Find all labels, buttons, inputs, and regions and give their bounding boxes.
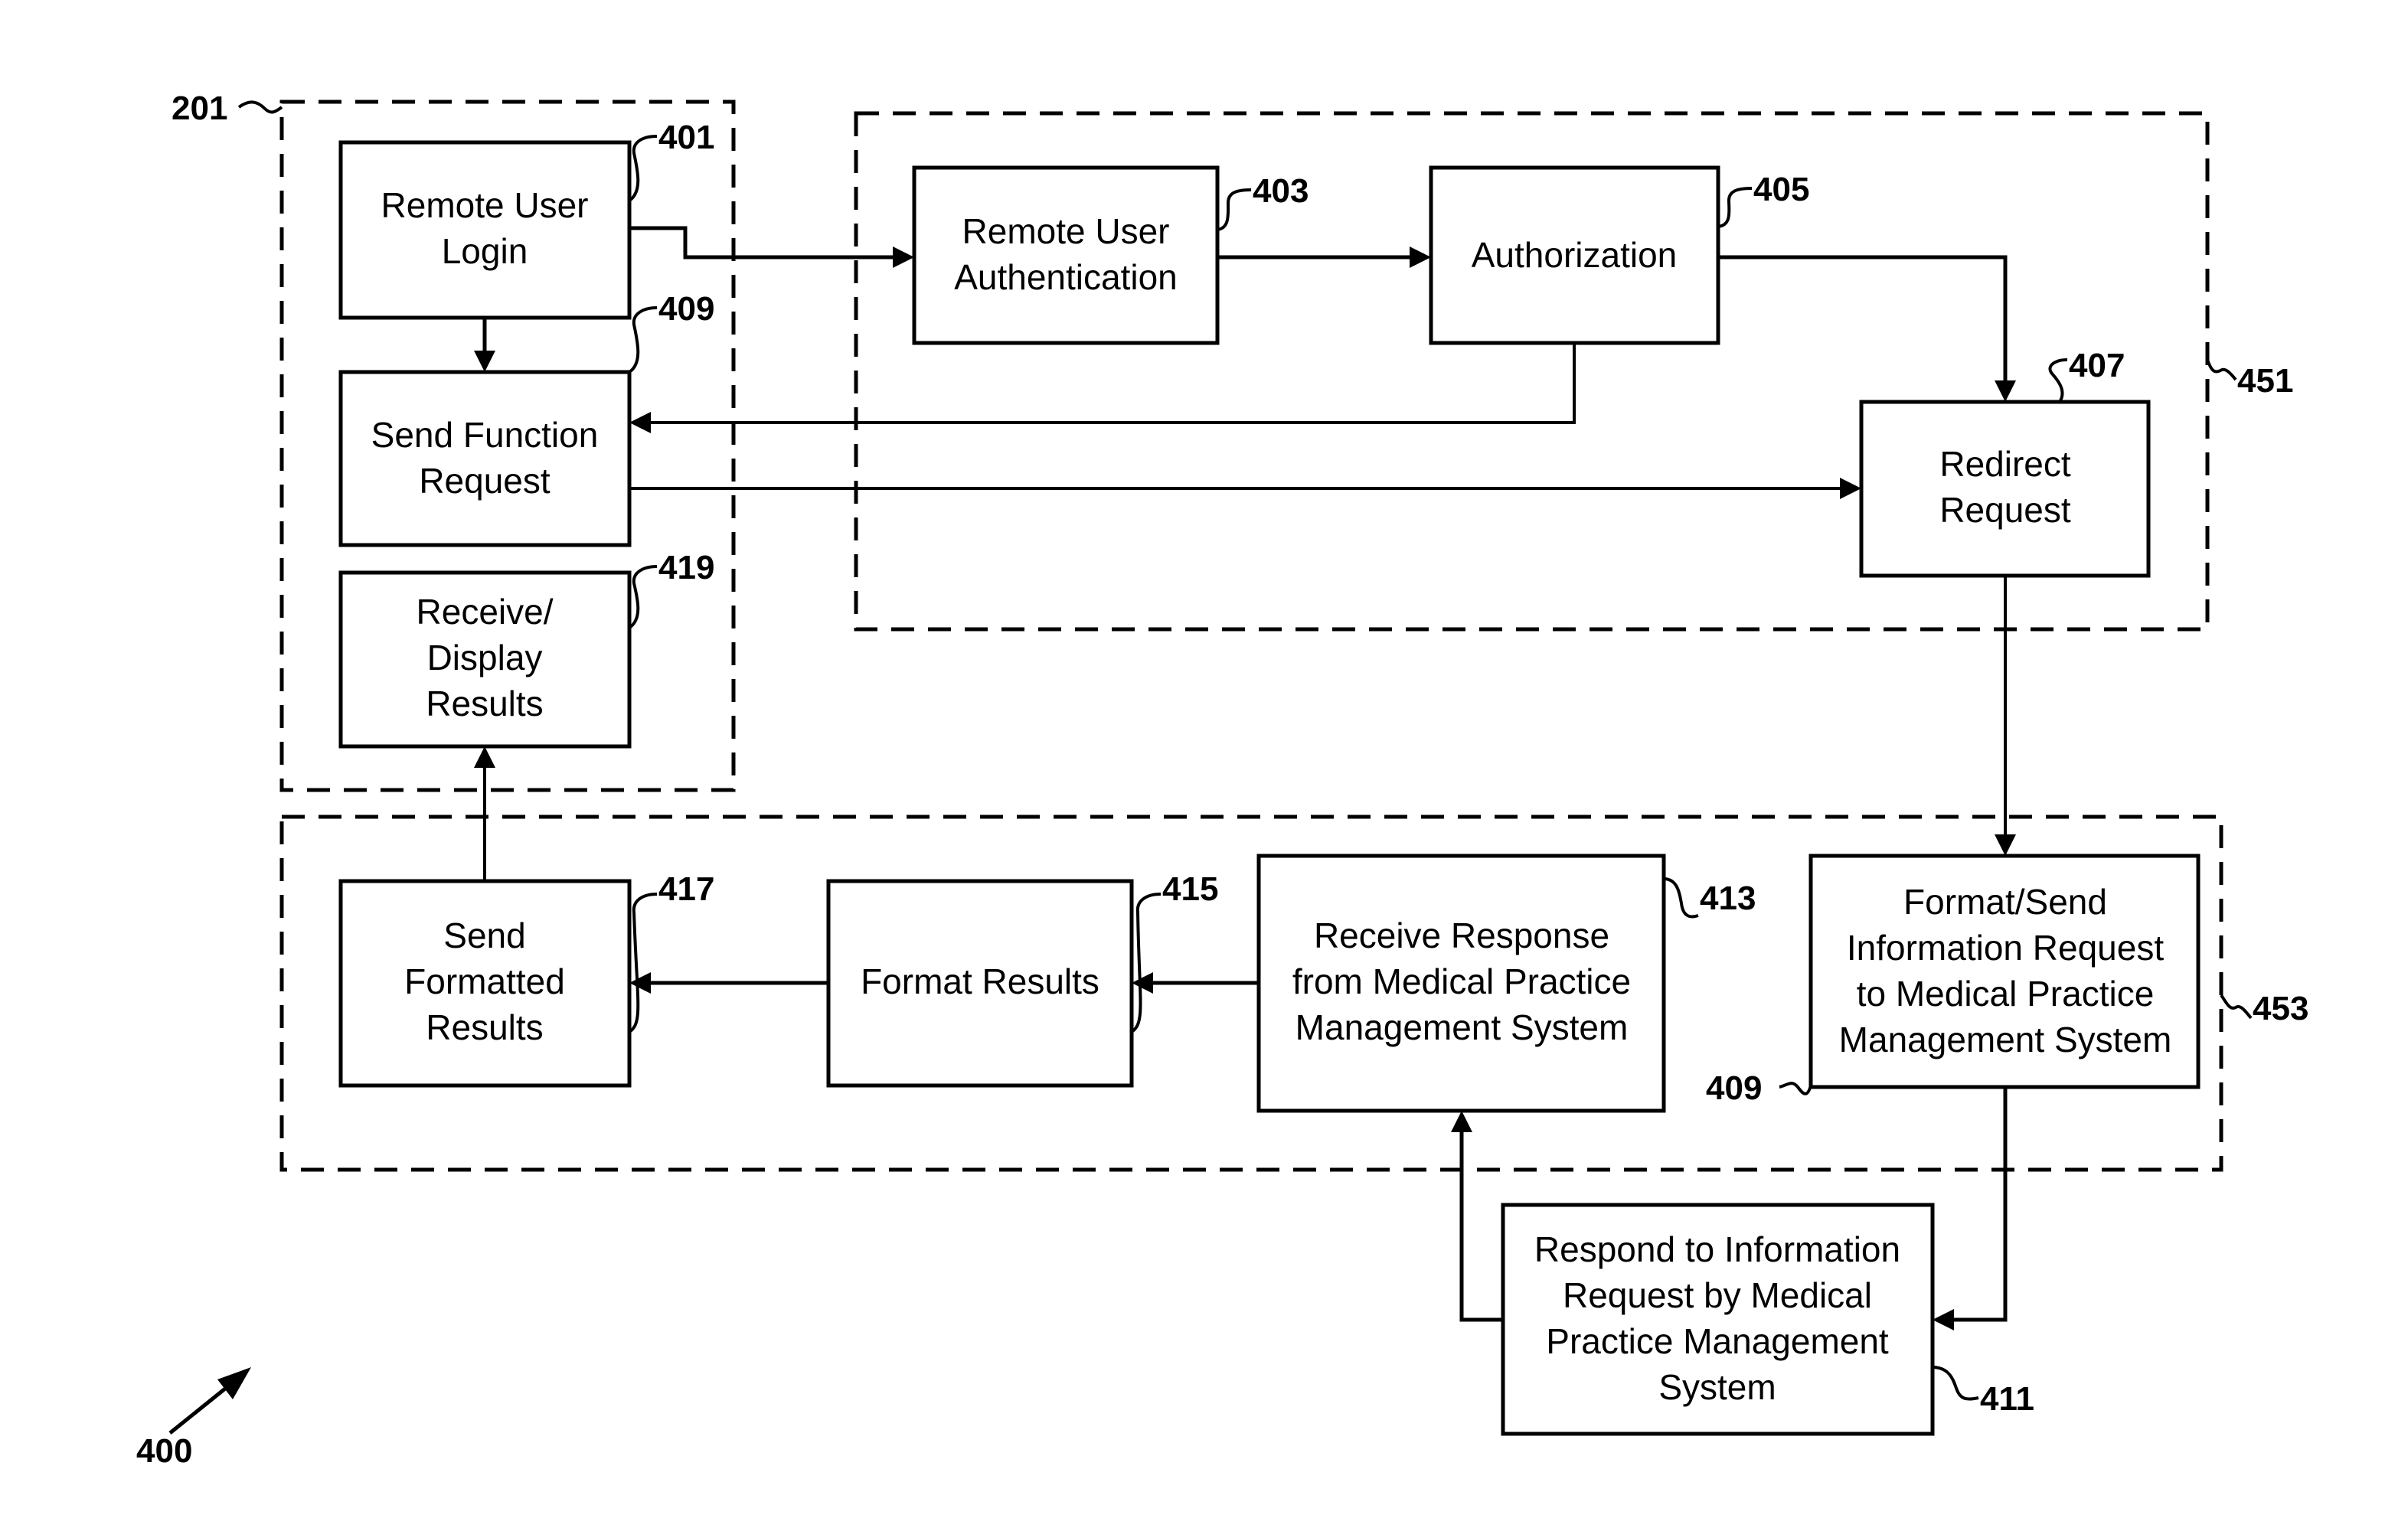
arrowhead [629, 972, 651, 994]
svg-text:Receive Responsefrom Medical P: Receive Response from Medical Practice Man… [1292, 916, 1631, 1047]
ref-403: 403 [1253, 172, 1309, 210]
arrowhead [629, 412, 651, 433]
node-417: Send Formatted Results [338, 879, 632, 1088]
svg-text:Authorization: Authorization [1472, 235, 1678, 275]
ref-453: 453 [2253, 990, 2308, 1027]
node-403: Remote User Authentication [912, 165, 1220, 345]
node-407: Redirect Request [1859, 400, 2151, 578]
ref-411: 411 [1980, 1380, 2034, 1418]
edge-409b-411 [1951, 1087, 2008, 1322]
arrowhead [1995, 380, 2016, 402]
arrowhead [1451, 1111, 1472, 1132]
flow-diagram: Remote User Login Send Function Request Re… [136, 90, 2308, 1470]
svg-text:Format Results: Format Results [861, 961, 1099, 1001]
arrowhead [1840, 478, 1861, 499]
ref-409-bottom: 409 [1706, 1069, 1762, 1107]
edge-411-413 [1459, 1129, 1503, 1322]
ref-413: 413 [1700, 880, 1756, 917]
arrowhead [474, 351, 495, 372]
connectors [474, 226, 2016, 1330]
figure-pointer-arrow [168, 1381, 234, 1435]
node-415: Format Results [826, 879, 1134, 1088]
edge-405-409 [648, 343, 1576, 424]
ref-415: 415 [1162, 870, 1218, 908]
ref-405: 405 [1753, 171, 1809, 208]
ref-419: 419 [658, 549, 714, 586]
ref-451: 451 [2237, 362, 2293, 400]
edge-405-407 [1718, 255, 2008, 384]
ref-417: 417 [658, 870, 714, 908]
ref-401: 401 [658, 119, 714, 156]
node-401: Remote User Login [338, 140, 632, 320]
ref-407: 407 [2069, 347, 2125, 384]
arrowhead [1132, 972, 1153, 994]
arrowhead [893, 246, 914, 268]
svg-text:Receive/DisplayResults: Receive/Display Results [417, 592, 554, 723]
arrowhead [1933, 1309, 1954, 1330]
arrowhead [474, 746, 495, 768]
node-411: Respond to Information Request by Medical… [1501, 1203, 1935, 1436]
arrowhead [1410, 246, 1431, 268]
ref-409-top: 409 [658, 290, 714, 328]
figure-pointer-arrowhead [217, 1367, 251, 1399]
arrowhead [1995, 834, 2016, 856]
ref-201: 201 [172, 90, 227, 127]
node-419: Receive/Display Results [338, 570, 632, 749]
node-405: Authorization [1429, 165, 1720, 345]
node-409-send-function: Send Function Request [338, 370, 632, 547]
node-413: Receive Response from Medical Practice Man… [1256, 854, 1666, 1113]
ref-400: 400 [136, 1432, 192, 1470]
node-409-format-send: Format/Send Information Request to Medical… [1808, 854, 2201, 1089]
